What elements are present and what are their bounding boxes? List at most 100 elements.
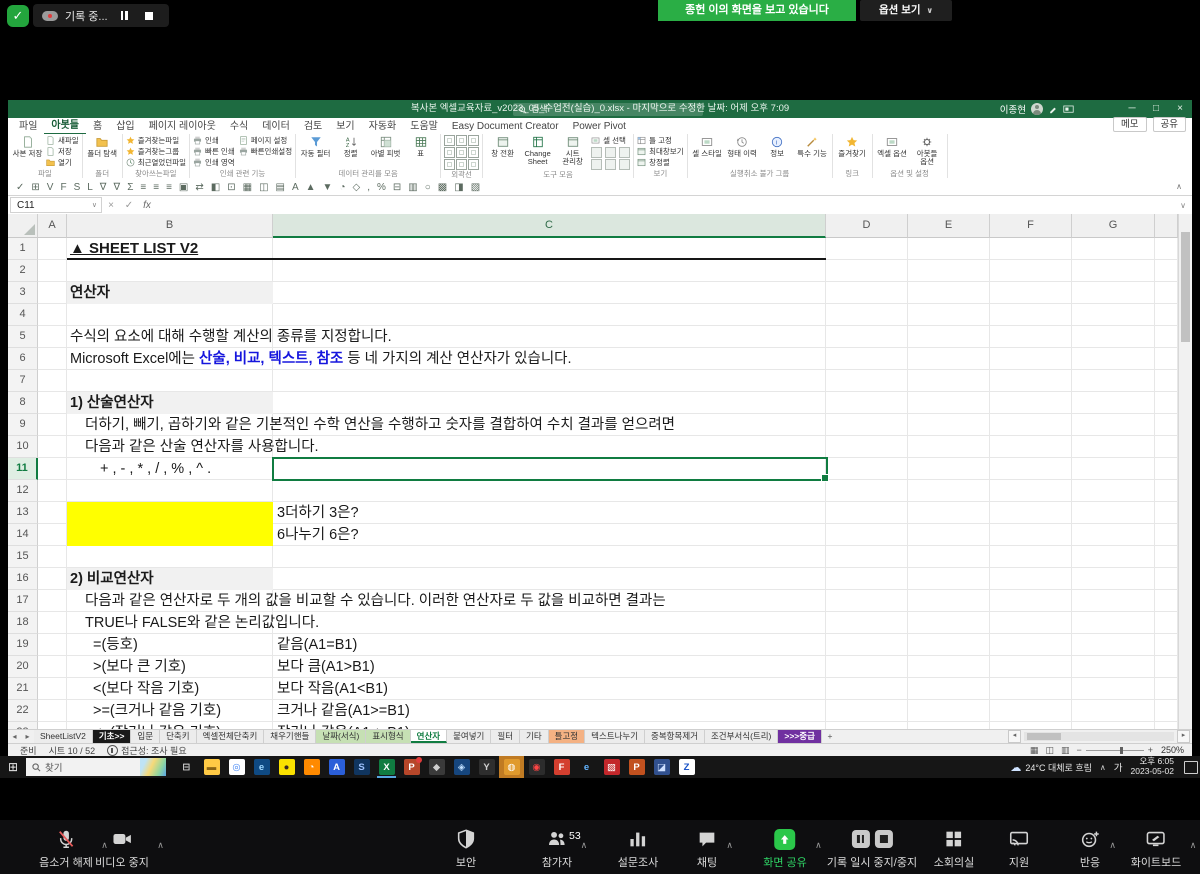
row-header-14[interactable]: 14 bbox=[8, 524, 38, 546]
expand-formula-bar-icon[interactable]: ∨ bbox=[1180, 201, 1186, 210]
select-all-corner[interactable] bbox=[8, 214, 38, 238]
ribbon-button-빠른인쇄설정[interactable]: 빠른인쇄설정 bbox=[239, 146, 292, 157]
formula-input[interactable] bbox=[156, 197, 1180, 213]
ribbon-button-엑셀 옵션[interactable]: 엑셀 옵션 bbox=[876, 135, 909, 169]
qat-icon-1[interactable]: ⊞ bbox=[31, 182, 39, 193]
sheet-tab->>>중급[interactable]: >>>중급 bbox=[778, 730, 822, 743]
row-header-21[interactable]: 21 bbox=[8, 678, 38, 700]
sheet-tab-표시형식[interactable]: 표시형식 bbox=[366, 730, 410, 743]
hscroll-left-icon[interactable]: ◂ bbox=[1008, 730, 1021, 743]
qat-icon-25[interactable]: % bbox=[377, 182, 386, 193]
ribbon-button-즐겨찾는파일[interactable]: 즐겨찾는파일 bbox=[126, 135, 186, 146]
taskbar-icon-edge[interactable]: e bbox=[249, 756, 274, 778]
pencil-icon[interactable] bbox=[1048, 104, 1058, 114]
qat-icon-3[interactable]: F bbox=[60, 182, 66, 193]
display-settings-icon[interactable] bbox=[1063, 105, 1074, 114]
zoom-level[interactable]: 250% bbox=[1160, 745, 1184, 755]
column-header-E[interactable]: E bbox=[908, 214, 990, 238]
qat-icon-26[interactable]: ⊟ bbox=[393, 182, 401, 193]
taskbar-search[interactable]: 찾기 bbox=[26, 758, 166, 776]
ribbon-button-인쇄 영역[interactable]: 인쇄 영역 bbox=[193, 157, 235, 168]
row-header-23[interactable]: 23 bbox=[8, 722, 38, 729]
qat-icon-27[interactable]: ▥ bbox=[408, 182, 417, 193]
sheet-tab-입문[interactable]: 입문 bbox=[131, 730, 160, 743]
share-button[interactable]: 공유 bbox=[1153, 117, 1186, 132]
hscroll-track[interactable] bbox=[1024, 732, 1174, 741]
ribbon-button-최대창보기[interactable]: 최대창보기 bbox=[637, 146, 684, 157]
fill-handle[interactable] bbox=[821, 474, 829, 482]
zoom-button-chat[interactable]: 채팅∧ bbox=[696, 827, 718, 870]
row-header-7[interactable]: 7 bbox=[8, 370, 38, 392]
cell-B9[interactable]: 더하기, 빼기, 곱하기와 같은 기본적인 수학 연산을 수행하고 숫자를 결합… bbox=[85, 414, 675, 436]
row-header-2[interactable]: 2 bbox=[8, 260, 38, 282]
row-header-19[interactable]: 19 bbox=[8, 634, 38, 656]
page-break-view-icon[interactable]: ▥ bbox=[1061, 745, 1070, 756]
qat-icon-5[interactable]: L bbox=[87, 182, 93, 193]
page-layout-view-icon[interactable]: ◫ bbox=[1045, 745, 1054, 756]
sheet-tab-단축키[interactable]: 단축키 bbox=[160, 730, 196, 743]
mini-icon[interactable] bbox=[605, 147, 616, 158]
taskbar-icon-internet-explorer[interactable]: e bbox=[574, 756, 599, 778]
mini-icon[interactable] bbox=[591, 159, 602, 170]
ribbon-button-사본 저장[interactable]: 사본 저장 bbox=[11, 135, 44, 169]
border-option-7[interactable] bbox=[456, 159, 467, 170]
cell-C13[interactable]: 3더하기 3은? bbox=[277, 502, 359, 524]
cell-B6[interactable]: Microsoft Excel에는 산술, 비교, 텍스트, 참조 등 네 가지… bbox=[70, 348, 572, 370]
meeting-security-shield-icon[interactable]: ✓ bbox=[7, 5, 29, 27]
qat-icon-12[interactable]: ▣ bbox=[179, 182, 188, 193]
row-header-18[interactable]: 18 bbox=[8, 612, 38, 634]
qat-icon-4[interactable]: S bbox=[74, 182, 81, 193]
column-header-A[interactable]: A bbox=[38, 214, 67, 238]
pause-recording-button[interactable] bbox=[121, 11, 128, 20]
qat-icon-10[interactable]: ≡ bbox=[153, 182, 159, 193]
stop-recording-button[interactable] bbox=[145, 12, 153, 20]
cell-C23[interactable]: 작거나 같음(A1<=B1) bbox=[277, 722, 410, 729]
normal-view-icon[interactable]: ▦ bbox=[1030, 745, 1039, 756]
border-option-5[interactable] bbox=[468, 147, 479, 158]
qat-icon-22[interactable]: ◔ bbox=[339, 182, 345, 193]
ribbon-button-열기[interactable]: 열기 bbox=[46, 157, 79, 168]
taskbar-icon-hancom[interactable]: F bbox=[549, 756, 574, 778]
row-header-8[interactable]: 8 bbox=[8, 392, 38, 414]
taskbar-icon-chrome[interactable]: ◎ bbox=[224, 756, 249, 778]
taskbar-icon-powerpoint-alert[interactable]: P bbox=[399, 756, 424, 778]
mini-icon[interactable] bbox=[619, 159, 630, 170]
qat-icon-29[interactable]: ▩ bbox=[438, 182, 447, 193]
sheet-tab-SheetListV2[interactable]: SheetListV2 bbox=[34, 730, 93, 743]
sheet-tab-틀고정[interactable]: 틀고정 bbox=[549, 730, 585, 743]
cell-B22[interactable]: >=(크거나 같음 기호) bbox=[93, 700, 221, 722]
ribbon-button-형태 이력[interactable]: 형태 이력 bbox=[726, 135, 759, 169]
taskbar-icon-recorder[interactable]: ◉ bbox=[524, 756, 549, 778]
row-header-13[interactable]: 13 bbox=[8, 502, 38, 524]
pause-recording-icon[interactable] bbox=[851, 830, 869, 848]
column-header-F[interactable]: F bbox=[990, 214, 1072, 238]
column-header-D[interactable]: D bbox=[826, 214, 908, 238]
menu-tab-4[interactable]: 페이지 레이아웃 bbox=[142, 119, 223, 134]
border-option-3[interactable] bbox=[444, 147, 455, 158]
taskbar-icon-app-s[interactable]: S bbox=[349, 756, 374, 778]
taskbar-icon-app-a[interactable]: A bbox=[324, 756, 349, 778]
menu-tab-12[interactable]: Power Pivot bbox=[566, 119, 633, 134]
ribbon-button-즐겨찾는그룹[interactable]: 즐겨찾는그룹 bbox=[126, 146, 186, 157]
taskbar-icon-file-explorer[interactable]: ▬ bbox=[199, 756, 224, 778]
chevron-up-icon[interactable]: ∧ bbox=[1109, 840, 1116, 851]
qat-icon-30[interactable]: ◨ bbox=[454, 182, 463, 193]
mini-icon[interactable] bbox=[591, 147, 602, 158]
clock[interactable]: 오후 6:052023-05-02 bbox=[1131, 757, 1174, 777]
menu-tab-2[interactable]: 홈 bbox=[86, 119, 109, 134]
ribbon-button-셀 스타일[interactable]: 셀 스타일 bbox=[691, 135, 724, 169]
vertical-scrollbar[interactable] bbox=[1178, 214, 1192, 729]
row-header-10[interactable]: 10 bbox=[8, 436, 38, 458]
ribbon-button-시트 관리창[interactable]: 시트 관리창 bbox=[556, 135, 589, 170]
cell-C19[interactable]: 같음(A1=B1) bbox=[277, 634, 357, 656]
cell-B21[interactable]: <(보다 작음 기호) bbox=[93, 678, 199, 700]
ribbon-button-아봇들 옵션[interactable]: 아봇들 옵션 bbox=[911, 135, 944, 169]
menu-tab-9[interactable]: 자동화 bbox=[362, 119, 404, 134]
mini-icon[interactable] bbox=[619, 147, 630, 158]
worksheet-grid[interactable]: ABCDEFG1▲ SHEET LIST V223연산자45수식의 요소에 대해… bbox=[8, 214, 1178, 729]
confirm-entry-button[interactable]: ✓ bbox=[120, 200, 138, 211]
taskbar-icon-security-app[interactable]: ◈ bbox=[449, 756, 474, 778]
taskbar-icon-app-z[interactable]: Z bbox=[674, 756, 699, 778]
collapse-ribbon-icon[interactable]: ∧ bbox=[1176, 182, 1182, 191]
border-option-8[interactable] bbox=[468, 159, 479, 170]
